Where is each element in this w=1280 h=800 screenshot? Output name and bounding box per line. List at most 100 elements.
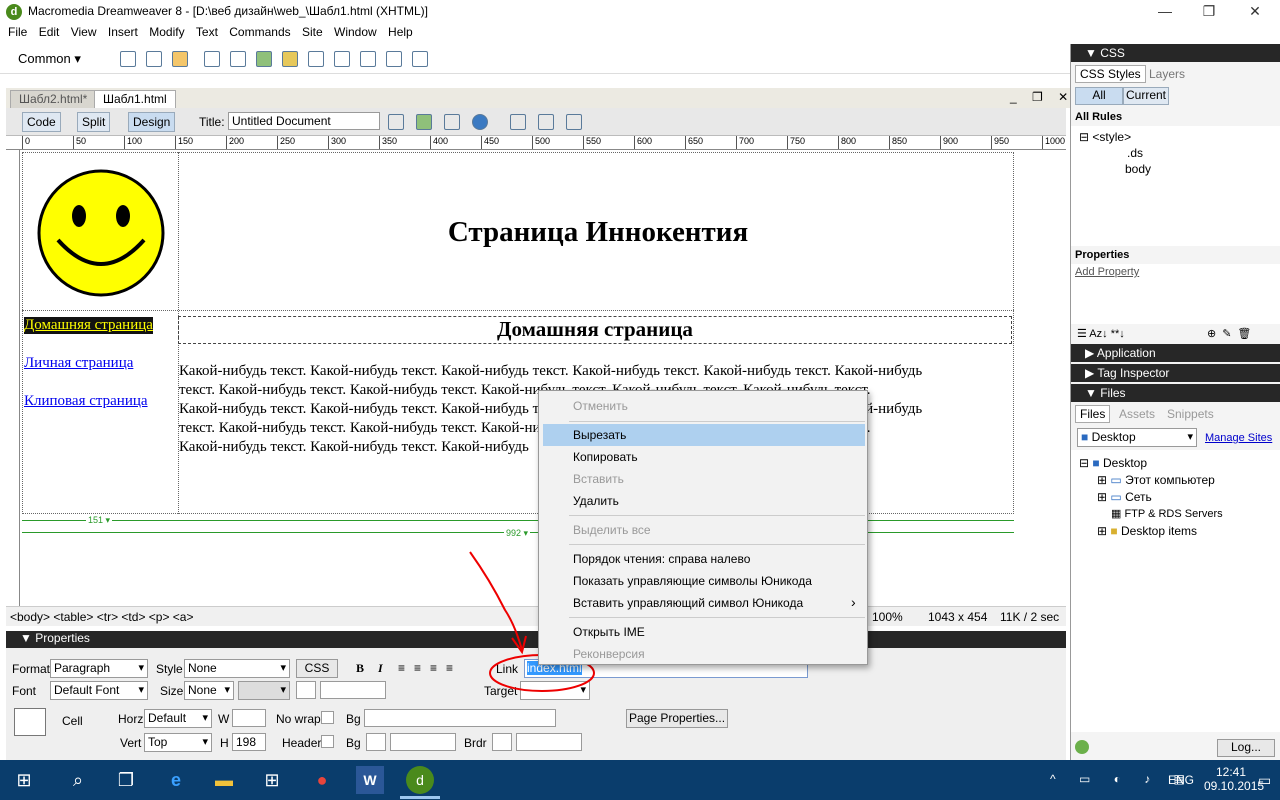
tab-assets[interactable]: Assets <box>1119 407 1155 421</box>
nav-link-clips[interactable]: Клиповая страница <box>24 393 148 410</box>
document-window-controls[interactable]: _ ❐ ✕ <box>1010 90 1074 104</box>
css-action-icons[interactable]: ⊕✎🗑 <box>1207 327 1257 340</box>
smiley-image[interactable] <box>36 168 166 298</box>
table-width-label[interactable]: 992 ▾ <box>504 528 531 539</box>
minimize-button[interactable]: — <box>1150 2 1180 22</box>
application-panel-header[interactable]: ▶ Application <box>1071 344 1280 362</box>
server-side-include-icon[interactable] <box>334 51 350 67</box>
page-properties-button[interactable]: Page Properties... <box>626 709 728 728</box>
refresh-icon[interactable] <box>510 114 526 130</box>
menu-undo[interactable]: Отменить <box>573 399 628 413</box>
zoom-select[interactable]: 100% <box>872 610 903 624</box>
tree-this-computer[interactable]: ⊞ ▭ Этот компьютер <box>1097 473 1215 487</box>
bg-image-input[interactable] <box>364 709 556 727</box>
named-anchor-icon[interactable] <box>172 51 188 67</box>
file-explorer-icon[interactable]: ▬ <box>210 766 238 794</box>
files-panel-header[interactable]: ▼ Files <box>1071 384 1280 402</box>
css-button[interactable]: CSS <box>296 659 338 678</box>
vert-select[interactable]: Top <box>144 733 212 752</box>
tab-layers[interactable]: Layers <box>1149 67 1185 81</box>
head-icon[interactable] <box>386 51 402 67</box>
menu-open-ime[interactable]: Открыть IME <box>573 625 645 639</box>
rule-ds[interactable]: .ds <box>1127 146 1143 160</box>
email-link-icon[interactable] <box>146 51 162 67</box>
menu-rtl-reading[interactable]: Порядок чтения: справа налево <box>573 552 750 566</box>
browser-preview-icon[interactable] <box>472 114 488 130</box>
menu-show-unicode[interactable]: Показать управляющие символы Юникода <box>573 574 812 588</box>
word-icon[interactable]: W <box>356 766 384 794</box>
preview-icon[interactable] <box>416 114 432 130</box>
font-select[interactable]: Default Font <box>50 681 148 700</box>
border-color-picker[interactable] <box>492 733 512 751</box>
tree-network[interactable]: ⊞ ▭ Сеть <box>1097 490 1152 504</box>
bg-color-input[interactable] <box>390 733 456 751</box>
edge-browser-icon[interactable]: e <box>162 766 190 794</box>
tree-ftp-servers[interactable]: ▦ FTP & RDS Servers <box>1111 507 1223 520</box>
nav-link-personal[interactable]: Личная страница <box>24 355 133 372</box>
div-tag-icon[interactable] <box>230 51 246 67</box>
log-button[interactable]: Log... <box>1217 739 1275 757</box>
menu-help[interactable]: Help <box>388 24 413 40</box>
table-icon[interactable] <box>204 51 220 67</box>
start-button-icon[interactable]: ⊞ <box>10 766 38 794</box>
border-color-input[interactable] <box>516 733 582 751</box>
menu-insert[interactable]: Insert <box>108 24 138 40</box>
hyperlink-icon[interactable] <box>120 51 136 67</box>
menu-site[interactable]: Site <box>302 24 323 40</box>
menu-text[interactable]: Text <box>196 24 218 40</box>
search-icon[interactable]: ⌕ <box>64 766 92 794</box>
horz-select[interactable]: Default <box>144 709 212 728</box>
menu-modify[interactable]: Modify <box>149 24 184 40</box>
tab-css-styles[interactable]: CSS Styles <box>1075 65 1146 83</box>
menu-view[interactable]: View <box>71 24 97 40</box>
cell-height-input[interactable]: 198 <box>232 733 266 751</box>
format-select[interactable]: Paragraph <box>50 659 148 678</box>
visual-aids-icon[interactable] <box>566 114 582 130</box>
tag-inspector-header[interactable]: ▶ Tag Inspector <box>1071 364 1280 382</box>
css-view-icons[interactable]: ☰ Az↓ **↓ <box>1077 327 1125 340</box>
media-icon[interactable] <box>282 51 298 67</box>
document-title-input[interactable] <box>228 112 380 130</box>
menu-edit[interactable]: Edit <box>39 24 60 40</box>
rule-body[interactable]: body <box>1125 162 1151 176</box>
add-property-link[interactable]: Add Property <box>1075 266 1139 278</box>
text-color-input[interactable] <box>320 681 386 699</box>
tag-selector[interactable]: <body> <table> <tr> <td> <p> <a> <box>10 610 194 624</box>
image-icon[interactable] <box>256 51 272 67</box>
nav-link-home[interactable]: Домашняя страница <box>24 317 153 334</box>
menu-insert-unicode[interactable]: Вставить управляющий символ Юникода <box>573 596 803 610</box>
menu-cut[interactable]: Вырезать <box>573 428 626 442</box>
chrome-icon[interactable]: ● <box>308 766 336 794</box>
dreamweaver-taskbar-icon[interactable]: d <box>406 766 434 794</box>
menu-paste[interactable]: Вставить <box>573 472 624 486</box>
text-color-picker[interactable] <box>296 681 316 699</box>
menu-reconversion[interactable]: Реконверсия <box>573 647 645 661</box>
insert-category-select[interactable]: Common ▾ <box>18 51 81 67</box>
style-select[interactable]: None <box>184 659 290 678</box>
menu-select-all[interactable]: Выделить все <box>573 523 651 537</box>
size-select[interactable]: None <box>184 681 234 700</box>
align-buttons[interactable]: ≡≡≡≡ <box>398 661 462 675</box>
cell-width-input[interactable] <box>232 709 266 727</box>
menu-copy[interactable]: Копировать <box>573 450 638 464</box>
rule-style[interactable]: ⊟ <style> <box>1079 130 1131 144</box>
site-select[interactable]: ■ Desktop <box>1077 428 1197 447</box>
task-view-icon[interactable]: ❐ <box>112 766 140 794</box>
validate-icon[interactable] <box>388 114 404 130</box>
manage-sites-link[interactable]: Manage Sites <box>1205 432 1272 444</box>
restore-button[interactable]: ❐ <box>1194 2 1224 22</box>
italic-button[interactable]: I <box>378 661 383 676</box>
menu-delete[interactable]: Удалить <box>573 494 619 508</box>
design-view-button[interactable]: Design <box>128 112 176 132</box>
window-size[interactable]: 1043 x 454 <box>928 610 987 624</box>
split-view-button[interactable]: Split <box>77 112 111 132</box>
code-view-button[interactable]: Code <box>22 112 61 132</box>
header-checkbox[interactable] <box>321 735 334 748</box>
tab-shabl2[interactable]: Шабл2.html* <box>10 90 97 108</box>
column-width-label[interactable]: 151 ▾ <box>86 515 113 526</box>
file-management-icon[interactable] <box>444 114 460 130</box>
css-panel-header[interactable]: ▼ CSS <box>1071 44 1280 62</box>
store-icon[interactable]: ⊞ <box>258 766 286 794</box>
language-indicator[interactable]: ENG <box>1168 773 1194 787</box>
menu-window[interactable]: Window <box>334 24 377 40</box>
